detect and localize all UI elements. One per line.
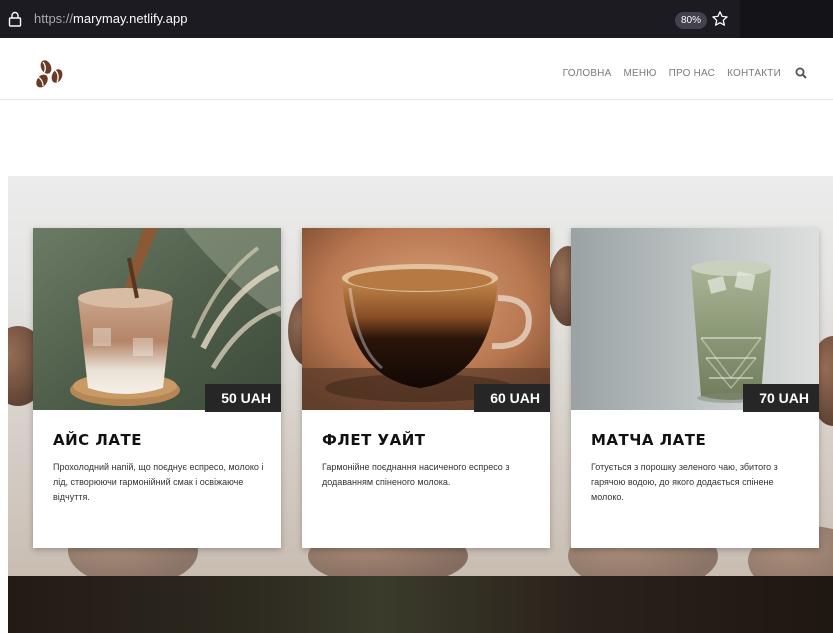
browser-toolbar: https://marymay.netlify.app 80% bbox=[0, 0, 833, 38]
logo-beans-icon[interactable] bbox=[34, 58, 68, 90]
ice-latte-photo bbox=[33, 228, 281, 410]
price-badge: 70 UAH bbox=[743, 384, 819, 412]
menu-card-matcha-latte[interactable]: 70 UAH МАТЧА ЛАТЕ Готується з порошку зе… bbox=[571, 228, 819, 548]
site-header: ГОЛОВНА МЕНЮ ПРО НАС КОНТАКТИ bbox=[0, 44, 833, 100]
card-title: МАТЧА ЛАТЕ bbox=[591, 431, 707, 449]
nav-item-home[interactable]: ГОЛОВНА bbox=[563, 68, 612, 79]
nav-item-menu[interactable]: МЕНЮ bbox=[623, 68, 656, 79]
lock-icon[interactable] bbox=[8, 11, 22, 27]
main-nav: ГОЛОВНА МЕНЮ ПРО НАС КОНТАКТИ bbox=[563, 67, 807, 79]
flat-white-photo bbox=[302, 228, 550, 410]
menu-card-ice-latte[interactable]: 50 UAH АЙС ЛАТЕ Прохолодний напій, що по… bbox=[33, 228, 281, 548]
url-host: marymay.netlify.app bbox=[73, 11, 188, 26]
star-icon[interactable] bbox=[711, 10, 729, 28]
card-description: Гармонійне поєднання насиченого еспресо … bbox=[322, 462, 510, 487]
card-description: Прохолодний напій, що поєднує еспресо, м… bbox=[53, 462, 264, 502]
address-bar[interactable]: https://marymay.netlify.app bbox=[34, 11, 187, 26]
matcha-latte-photo bbox=[571, 228, 819, 410]
card-title: ФЛЕТ УАЙТ bbox=[322, 431, 426, 449]
url-scheme: https:// bbox=[34, 11, 74, 26]
nav-item-about[interactable]: ПРО НАС bbox=[669, 68, 716, 79]
next-section-image bbox=[8, 576, 833, 633]
menu-card-flat-white[interactable]: 60 UAH ФЛЕТ УАЙТ Гармонійне поєднання на… bbox=[302, 228, 550, 548]
price-badge: 50 UAH bbox=[205, 384, 281, 412]
price-badge: 60 UAH bbox=[474, 384, 550, 412]
zoom-level-button[interactable]: 80% bbox=[675, 12, 708, 29]
card-description: Готується з порошку зеленого чаю, збитог… bbox=[591, 462, 778, 502]
search-icon[interactable] bbox=[795, 67, 807, 79]
toolbar-extension-area bbox=[740, 0, 833, 38]
card-title: АЙС ЛАТЕ bbox=[53, 431, 142, 449]
nav-item-contacts[interactable]: КОНТАКТИ bbox=[727, 68, 781, 79]
